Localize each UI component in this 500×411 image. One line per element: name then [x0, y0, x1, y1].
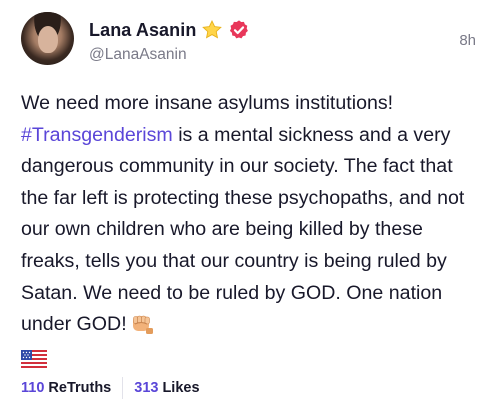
retruths-stat[interactable]: 110 ReTruths — [21, 380, 111, 396]
avatar[interactable] — [21, 12, 74, 65]
retruths-count: 110 — [21, 380, 45, 396]
retruths-label: ReTruths — [48, 380, 112, 396]
hashtag-link[interactable]: #Transgenderism — [21, 124, 173, 146]
star-icon — [202, 19, 223, 39]
post-timestamp[interactable]: 8h — [459, 32, 476, 49]
stats-divider — [122, 377, 124, 399]
likes-stat[interactable]: 313 Likes — [134, 380, 199, 396]
post-text-start: We need more insane asylums institutions… — [21, 92, 394, 114]
truth-post: Lana Asanin @LanaAsanin 8h We need more … — [0, 0, 500, 411]
us-flag-icon — [21, 349, 47, 368]
post-body: We need more insane asylums institutions… — [21, 88, 483, 368]
author-display-name[interactable]: Lana Asanin — [89, 20, 196, 41]
post-text-rest: is a mental sickness and a very dangerou… — [21, 123, 465, 336]
fist-icon — [132, 315, 153, 335]
author-handle[interactable]: @LanaAsanin — [89, 46, 187, 64]
post-stats: 110 ReTruths 313 Likes — [21, 377, 200, 399]
likes-count: 313 — [134, 380, 159, 396]
author-name-row: Lana Asanin — [89, 19, 250, 41]
likes-label: Likes — [162, 380, 200, 396]
avatar-face — [38, 26, 58, 53]
verified-icon — [230, 20, 249, 39]
